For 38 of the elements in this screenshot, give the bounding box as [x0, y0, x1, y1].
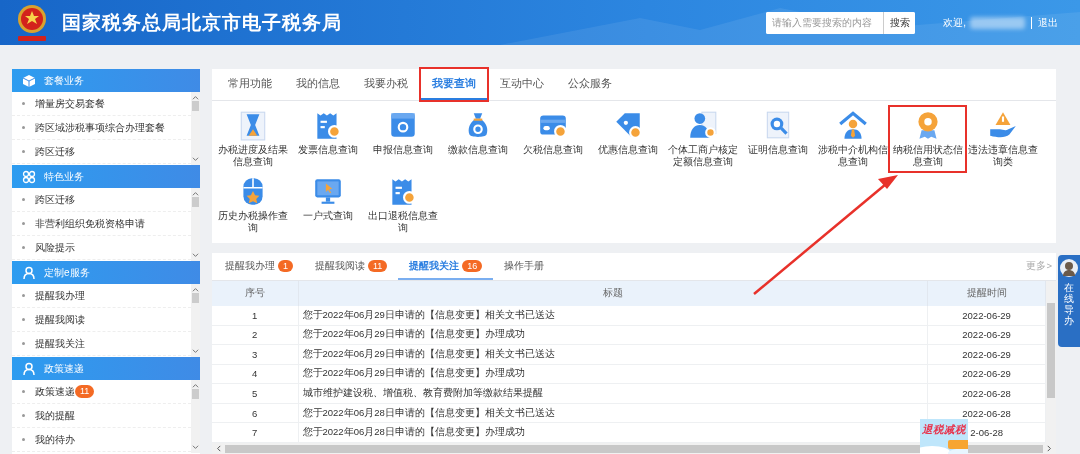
table-cell: 2022-06-29 [927, 344, 1046, 365]
sidebar-item-label: 跨区迁移 [35, 144, 75, 159]
table-cell: 5 [212, 383, 298, 404]
sidebar-item-label: 非营利组织免税资格申请 [35, 216, 145, 231]
sidebar-item-label: 跨区迁移 [35, 192, 75, 207]
count-badge: 1 [278, 259, 293, 272]
section-title: 特色业务 [44, 169, 84, 184]
table-cell: 6 [212, 403, 298, 423]
sidebar-item-label: 政策速递 [35, 384, 75, 399]
table-cell: 1 [212, 306, 298, 326]
section-title: 定制e服务 [44, 265, 90, 280]
table-cell: 2 [212, 325, 298, 345]
table-cell: 2022-06-28 [927, 383, 1046, 404]
table-cell: 2022-06-29 [927, 306, 1046, 326]
column-header: 标题 [298, 281, 928, 306]
count-badge: 11 [368, 259, 388, 272]
table-cell: 4 [212, 364, 298, 384]
table-cell: 3 [212, 344, 298, 365]
table-cell: 2022-06-29 [927, 325, 1046, 345]
sidebar-item-label: 提醒我关注 [35, 336, 85, 351]
count-badge: 11 [75, 385, 95, 398]
sidebar-item-label: 我的待办 [35, 432, 75, 447]
count-badge: 16 [462, 259, 483, 272]
greeting-text: 欢迎, [943, 15, 966, 30]
table-cell: 7 [212, 422, 298, 443]
table-cell: 2022-06-29 [927, 364, 1046, 384]
section-title: 套餐业务 [44, 73, 84, 88]
column-header: 提醒时间 [927, 281, 1046, 306]
section-title: 政策速递 [44, 361, 84, 376]
column-header: 序号 [212, 281, 298, 306]
widget-label: 在线导办 [1064, 282, 1074, 326]
sidebar-item-label: 提醒我阅读 [35, 312, 85, 327]
sidebar-item-label: 跨区域涉税事项综合办理套餐 [35, 120, 165, 135]
sidebar-item-label: 我的提醒 [35, 408, 75, 423]
sidebar-item-label: 风险提示 [35, 240, 75, 255]
site-title: 国家税务总局北京市电子税务局 [62, 10, 342, 35]
sidebar-item-label: 提醒我办理 [35, 288, 85, 303]
sidebar-item-label: 增量房交易套餐 [35, 96, 105, 111]
